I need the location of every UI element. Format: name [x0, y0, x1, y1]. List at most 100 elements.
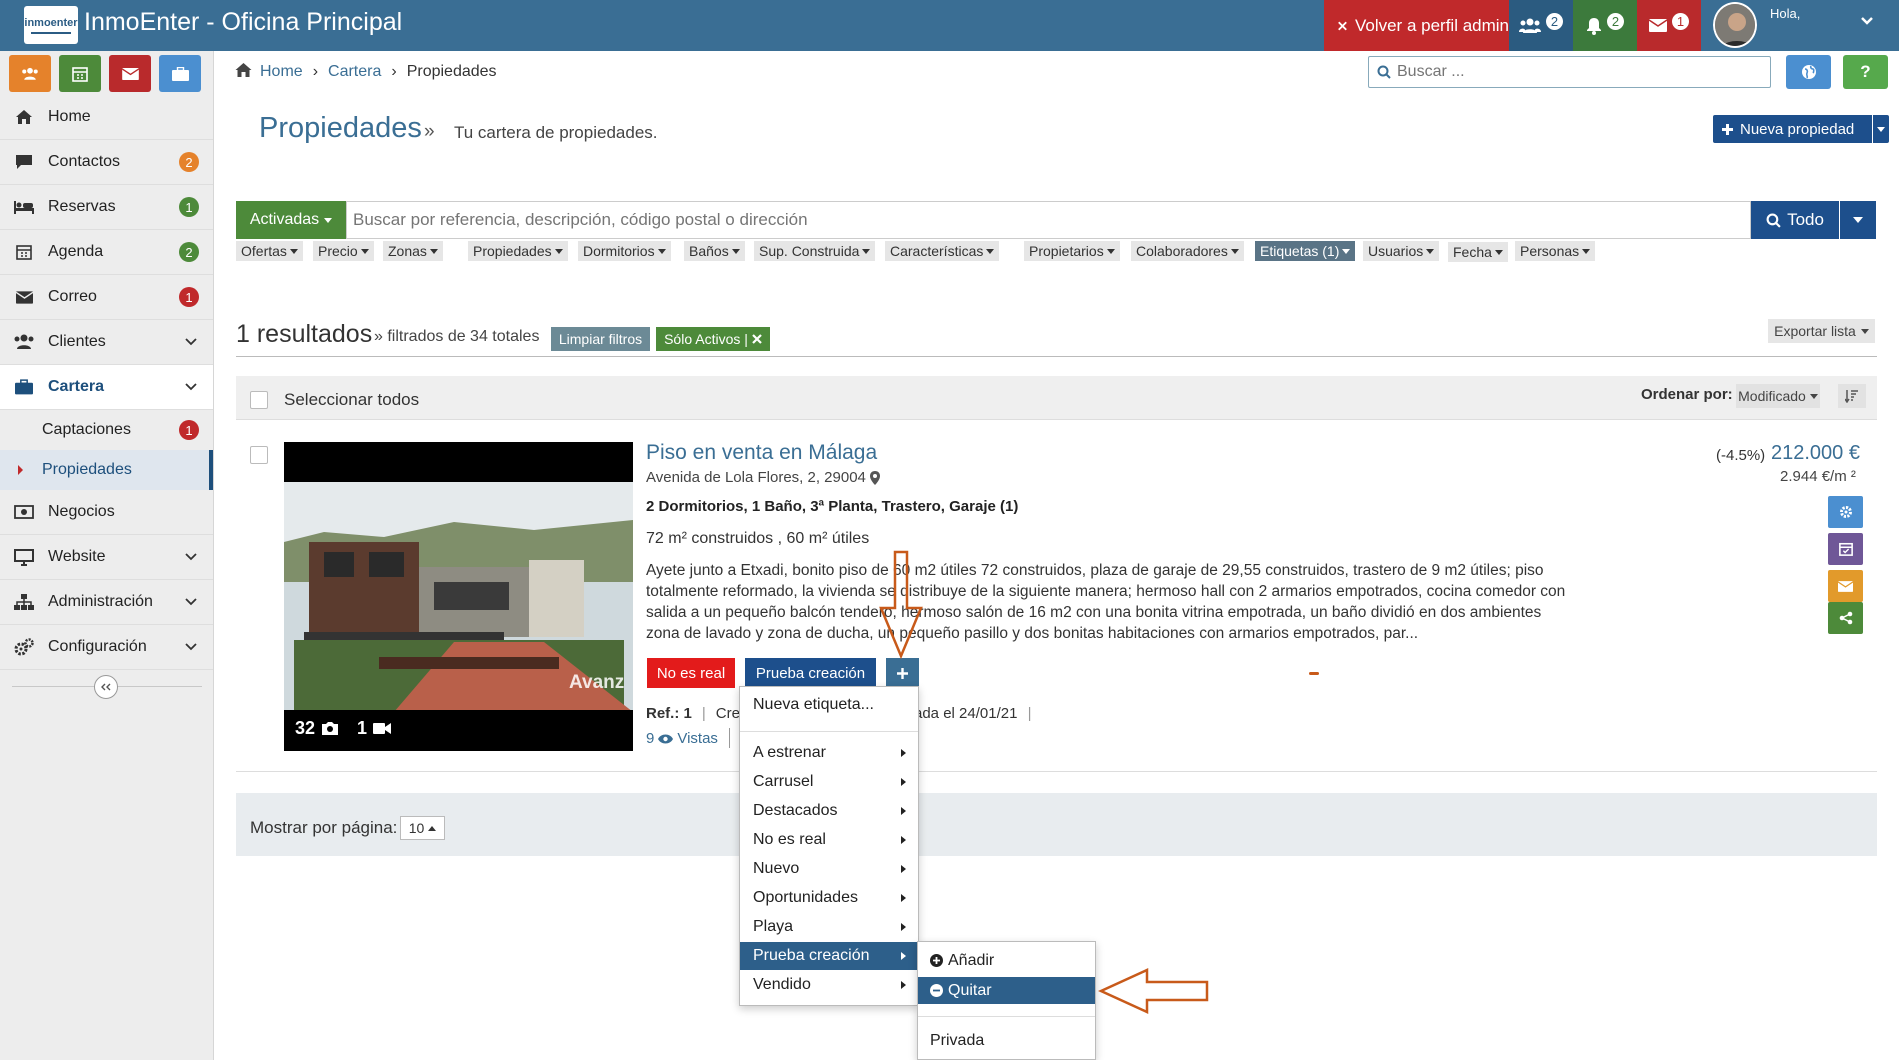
submenu-remove[interactable]: Quitar — [918, 977, 1095, 1004]
status-filter-dropdown[interactable]: Activadas — [236, 201, 346, 239]
property-description: Ayete junto a Etxadi, bonito piso de 60 … — [646, 562, 1566, 642]
chevron-down-icon[interactable] — [1860, 16, 1874, 26]
sidebar-badge: 1 — [179, 197, 199, 217]
property-title[interactable]: Piso en venta en Málaga — [646, 441, 877, 465]
menu-item-tag[interactable]: Vendido — [740, 971, 918, 999]
property-checkbox[interactable] — [250, 446, 268, 464]
notifications-button[interactable]: 2 — [1573, 0, 1637, 51]
menu-item-new-tag[interactable]: Nueva etiqueta... — [740, 691, 918, 719]
sidebar-subitem-label: Propiedades — [42, 461, 132, 478]
breadcrumb-home[interactable]: Home — [260, 63, 303, 81]
submenu-add[interactable]: Añadir — [918, 947, 1095, 974]
caret-right-icon — [901, 894, 906, 902]
select-all-checkbox[interactable] — [250, 391, 268, 409]
active-only-label: Sólo Activos | — [664, 331, 748, 347]
app-logo[interactable]: inmoenter — [24, 6, 78, 44]
filter-zonas[interactable]: Zonas — [383, 241, 443, 261]
property-settings-button[interactable] — [1828, 496, 1863, 528]
menu-item-tag[interactable]: Destacados — [740, 797, 918, 825]
sidebar-item-cartera[interactable]: Cartera — [0, 365, 213, 410]
filter-propietarios[interactable]: Propietarios — [1024, 241, 1120, 261]
global-search-input[interactable] — [1397, 63, 1757, 81]
sidebar-item-agenda[interactable]: Agenda 2 — [0, 230, 213, 275]
menu-item-tag[interactable]: Playa — [740, 913, 918, 941]
title-separator: » — [424, 121, 435, 142]
sidebar-subitem-captaciones[interactable]: Captaciones 1 — [0, 410, 213, 450]
envelope-icon — [0, 290, 48, 304]
property-calendar-button[interactable] — [1828, 533, 1863, 565]
sidebar-item-contactos[interactable]: Contactos 2 — [0, 140, 213, 185]
sidebar-item-administracion[interactable]: Administración — [0, 580, 213, 625]
sidebar-item-clientes[interactable]: Clientes — [0, 320, 213, 365]
filter-colaboradores[interactable]: Colaboradores — [1131, 241, 1244, 261]
back-to-admin-button[interactable]: Volver a perfil admin — [1324, 0, 1509, 51]
filter-label: Dormitorios — [583, 243, 655, 259]
search-scope-button[interactable]: Todo — [1751, 201, 1839, 239]
sidebar-item-negocios[interactable]: Negocios — [0, 490, 213, 535]
filter-precio[interactable]: Precio — [313, 241, 374, 261]
select-all-label[interactable]: Seleccionar todos — [284, 390, 419, 410]
filter-personas[interactable]: Personas — [1515, 241, 1596, 261]
submenu-private[interactable]: Privada — [918, 1027, 1095, 1054]
briefcase-icon — [171, 66, 189, 81]
minus-circle-icon — [930, 984, 943, 997]
sidebar-item-configuracion[interactable]: Configuración — [0, 625, 213, 670]
property-share-button[interactable] — [1828, 602, 1863, 634]
search-scope-dropdown[interactable] — [1840, 201, 1876, 239]
filter-dormitorios[interactable]: Dormitorios — [578, 241, 671, 261]
sidebar-badge: 2 — [179, 242, 199, 262]
menu-item-tag[interactable]: No es real — [740, 826, 918, 854]
tag-no-es-real[interactable]: No es real — [647, 658, 735, 688]
sidebar-subitem-propiedades[interactable]: Propiedades — [0, 450, 213, 490]
filter-caracteristicas[interactable]: Características — [885, 241, 1000, 261]
map-marker-icon[interactable] — [869, 470, 880, 485]
new-property-button[interactable]: Nueva propiedad — [1713, 115, 1872, 143]
menu-item-tag[interactable]: A estrenar — [740, 739, 918, 767]
sidebar-item-correo[interactable]: Correo 1 — [0, 275, 213, 320]
menu-item-tag[interactable]: Oportunidades — [740, 884, 918, 912]
property-photo[interactable]: Avanz — [284, 442, 633, 751]
website-button[interactable] — [1786, 55, 1831, 89]
quick-mail-button[interactable] — [109, 55, 151, 92]
sidebar-item-home[interactable]: Home — [0, 95, 213, 140]
export-list-button[interactable]: Exportar lista — [1768, 319, 1875, 343]
collapse-sidebar-button[interactable] — [94, 675, 118, 699]
tag-prueba-creacion[interactable]: Prueba creación — [745, 658, 876, 688]
filter-banos[interactable]: Baños — [684, 241, 745, 261]
filter-etiquetas[interactable]: Etiquetas (1) — [1255, 241, 1356, 261]
property-views[interactable]: 9 Vistas — [646, 730, 718, 747]
sidebar-item-reservas[interactable]: Reservas 1 — [0, 185, 213, 230]
avatar[interactable] — [1713, 2, 1757, 48]
filter-propiedades[interactable]: Propiedades — [468, 241, 568, 261]
menu-item-label: Nueva etiqueta... — [753, 696, 874, 713]
menu-item-tag[interactable]: Nuevo — [740, 855, 918, 883]
annotation-arrow-down-icon — [879, 550, 923, 660]
home-icon[interactable] — [234, 62, 253, 78]
page-size-dropdown[interactable]: 10 — [400, 816, 445, 840]
property-search-input[interactable] — [353, 210, 1733, 230]
filter-usuarios[interactable]: Usuarios — [1363, 241, 1440, 261]
quick-contacts-button[interactable] — [9, 55, 51, 92]
sidebar-item-website[interactable]: Website — [0, 535, 213, 580]
new-property-dropdown[interactable] — [1873, 115, 1889, 143]
quick-portfolio-button[interactable] — [159, 55, 201, 92]
menu-item-tag-selected[interactable]: Prueba creación — [740, 942, 918, 970]
order-by-dropdown[interactable]: Modificado — [1736, 384, 1820, 408]
add-tag-button[interactable] — [886, 658, 919, 688]
messages-button[interactable]: 1 — [1637, 0, 1701, 51]
help-button[interactable]: ? — [1843, 55, 1888, 89]
filter-ofertas[interactable]: Ofertas — [236, 241, 303, 261]
filter-superficie[interactable]: Sup. Construida — [754, 241, 876, 261]
filter-fecha[interactable]: Fecha — [1448, 242, 1508, 262]
chevron-down-icon — [185, 598, 197, 606]
property-mail-button[interactable] — [1828, 570, 1863, 602]
menu-item-tag[interactable]: Carrusel — [740, 768, 918, 796]
clear-filters-button[interactable]: Limpiar filtros — [551, 327, 650, 351]
sort-direction-button[interactable] — [1838, 384, 1866, 408]
users-notification-button[interactable]: 2 — [1509, 0, 1573, 51]
breadcrumb-cartera[interactable]: Cartera — [328, 63, 381, 81]
close-icon[interactable] — [752, 334, 762, 344]
quick-calendar-button[interactable] — [59, 55, 101, 92]
video-count: 1 — [357, 718, 368, 738]
active-only-filter[interactable]: Sólo Activos | — [656, 327, 770, 351]
